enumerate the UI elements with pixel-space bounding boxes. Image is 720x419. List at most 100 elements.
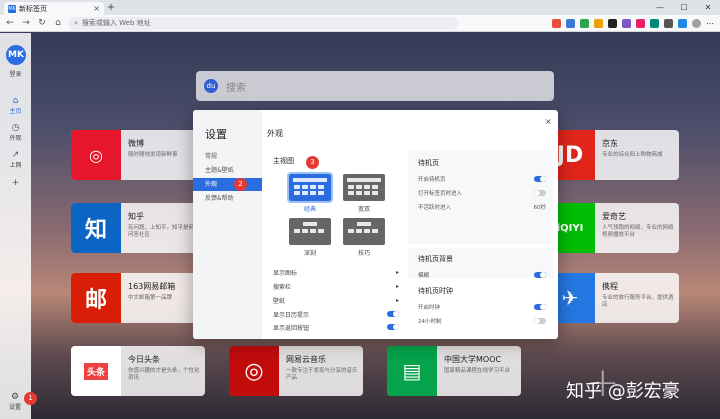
- extension-icons: ⋯: [552, 18, 716, 28]
- extension-icon[interactable]: [552, 18, 561, 28]
- sidebar-item-appearance[interactable]: ◷ 外观: [0, 123, 31, 142]
- setting-row-searchbar[interactable]: 搜索栏 ▸: [273, 280, 399, 292]
- new-tab-button[interactable]: +: [104, 2, 118, 15]
- extension-icon[interactable]: [566, 18, 575, 28]
- back-icon[interactable]: ←: [4, 18, 16, 28]
- close-window-button[interactable]: ✕: [696, 3, 720, 12]
- settings-nav-feedback[interactable]: 反馈&帮助: [193, 192, 262, 205]
- site-card-iqiyi[interactable]: iQIYI 爱奇艺 人气领跑的网络，专业的网络视频播放平台: [545, 203, 679, 253]
- clock-enable-row[interactable]: 开启时钟: [418, 302, 546, 312]
- more-menu-icon[interactable]: ⋯: [706, 19, 716, 28]
- toutiao-logo-text: 头条: [83, 362, 108, 380]
- idle-select[interactable]: 60秒: [534, 203, 547, 211]
- tab-favicon-icon: MK: [8, 4, 16, 13]
- sidebar-item-home[interactable]: ⌂ 主页: [0, 96, 31, 115]
- site-card-zhihu[interactable]: 知 知乎 有问题，上知乎。知乎是网络问答社区: [71, 203, 205, 253]
- clock-24h-row[interactable]: 24小时制: [418, 316, 546, 326]
- address-input[interactable]: ⌕ 搜索或输入 Web 地址: [68, 16, 458, 30]
- sidebar-item-browse[interactable]: ↗ 上网: [0, 150, 31, 169]
- close-icon[interactable]: ×: [545, 117, 552, 126]
- forward-icon[interactable]: →: [20, 18, 32, 28]
- tab-close-icon[interactable]: ×: [93, 4, 100, 13]
- mail-icon: 邮: [71, 273, 121, 323]
- theme-option-tips[interactable]: [343, 218, 385, 245]
- extension-icon[interactable]: [636, 18, 645, 28]
- arrow-icon: ↗: [11, 150, 20, 160]
- setting-row-wallpaper[interactable]: 壁纸 ▸: [273, 294, 399, 306]
- setting-row-label: 显示日历提示: [273, 311, 310, 319]
- extension-icon[interactable]: [608, 18, 617, 28]
- card-title: 携程: [602, 282, 618, 291]
- extension-icon[interactable]: [622, 18, 631, 28]
- setting-row-calendar[interactable]: 显示日历提示: [273, 308, 399, 320]
- theme-label: 经典: [303, 206, 316, 213]
- card-title: 爱奇艺: [602, 212, 626, 221]
- card-desc: 国家精品课程在线学习平台: [444, 368, 511, 374]
- sidebar-item-label: 主页: [9, 108, 22, 115]
- search-icon: ⌕: [74, 18, 78, 27]
- window-controls: — ☐ ✕: [648, 0, 720, 15]
- extension-icon[interactable]: [594, 18, 603, 28]
- toutiao-icon: 头条: [71, 346, 121, 396]
- settings-modal: 设置 常规 主题&壁纸 外观 反馈&帮助 2 外观 × 主视图 3 经典 宽双 …: [193, 110, 558, 339]
- tab-title: 新标签页: [19, 4, 47, 13]
- sidebar-item-add[interactable]: +: [0, 178, 31, 188]
- settings-nav: 设置 常规 主题&壁纸 外观 反馈&帮助: [193, 110, 262, 339]
- standby-enable-row[interactable]: 开启待机页: [418, 174, 546, 184]
- home-button-icon[interactable]: ⌂: [52, 18, 64, 28]
- settings-nav-general[interactable]: 常规: [193, 150, 262, 163]
- weibo-icon: ◎: [71, 130, 121, 180]
- settings-nav-appearance[interactable]: 外观: [193, 178, 262, 191]
- extension-icon[interactable]: [664, 18, 673, 28]
- card-desc: 中文邮箱第一品牌: [128, 295, 173, 301]
- login-label[interactable]: 登录: [0, 69, 31, 78]
- standby-on-newtab-row[interactable]: 打开标签页时进入: [418, 188, 546, 198]
- step-badge-1: 1: [24, 392, 37, 405]
- search-input[interactable]: du 搜索: [196, 71, 554, 101]
- standby-idle-row[interactable]: 不活跃时进入 60秒: [418, 202, 546, 212]
- row-label: 不活跃时进入: [418, 205, 452, 211]
- chevron-right-icon: ▸: [395, 296, 399, 304]
- setting-row-label: 搜索栏: [273, 283, 292, 291]
- refresh-icon[interactable]: ↻: [36, 18, 48, 28]
- setting-row-back[interactable]: 显示返回按钮: [273, 322, 399, 332]
- site-card-163mail[interactable]: 邮 163网易邮箱 中文邮箱第一品牌: [71, 273, 205, 323]
- zhihu-icon: 知: [71, 203, 121, 253]
- settings-title: 设置: [205, 128, 227, 141]
- calendar-toggle[interactable]: [387, 311, 399, 317]
- 24h-toggle[interactable]: [534, 318, 546, 324]
- sidebar-settings-button[interactable]: ⚙ 设置: [4, 392, 26, 411]
- main-view-label: 主视图: [273, 157, 294, 165]
- site-card-ctrip[interactable]: ✈ 携程 专业的旅行服务平台，提供酒店: [545, 273, 679, 323]
- card-title: 京东: [602, 139, 618, 148]
- chevron-right-icon: ▸: [395, 268, 399, 276]
- extension-icon[interactable]: [650, 18, 659, 28]
- theme-option-wide[interactable]: [343, 174, 385, 201]
- browser-tab[interactable]: MK 新标签页 ×: [4, 2, 104, 15]
- profile-avatar[interactable]: [692, 18, 701, 28]
- site-card-jd[interactable]: JD 京东 专业的综合网上购物商城: [545, 130, 679, 180]
- logo-avatar[interactable]: MK: [6, 45, 26, 65]
- site-card-netease-music[interactable]: ◎ 网易云音乐 一款专注于发现与分享的音乐产品: [229, 346, 363, 396]
- extension-icon[interactable]: [678, 18, 687, 28]
- theme-label: 深刻: [303, 250, 316, 257]
- back-toggle[interactable]: [387, 324, 399, 330]
- theme-option-classic[interactable]: [287, 172, 333, 203]
- minimize-button[interactable]: —: [648, 3, 672, 12]
- site-card-toutiao[interactable]: 头条 今日头条 你感兴趣的才是头条，个性化资讯: [71, 346, 205, 396]
- music-icon: ◎: [229, 346, 279, 396]
- clock-toggle[interactable]: [534, 304, 546, 310]
- panel-title: 待机页背景: [418, 255, 453, 263]
- panel-title: 待机页: [418, 159, 439, 167]
- setting-row-icons[interactable]: 显示图标 ▸: [273, 266, 399, 278]
- site-card-mooc[interactable]: ▤ 中国大学MOOC 国家精品课程在线学习平台: [387, 346, 521, 396]
- extension-icon[interactable]: [580, 18, 589, 28]
- newtab-toggle[interactable]: [534, 190, 546, 196]
- settings-nav-theme[interactable]: 主题&壁纸: [193, 164, 262, 177]
- step-badge-2: 2: [234, 178, 247, 191]
- standby-toggle[interactable]: [534, 176, 546, 182]
- theme-option-deep[interactable]: [289, 218, 331, 245]
- maximize-button[interactable]: ☐: [672, 3, 696, 12]
- standby-clock-panel: 待机页时钟 开启时钟 24小时制: [408, 278, 553, 336]
- site-card-weibo[interactable]: ◎ 微博 随时随地发现新鲜事: [71, 130, 205, 180]
